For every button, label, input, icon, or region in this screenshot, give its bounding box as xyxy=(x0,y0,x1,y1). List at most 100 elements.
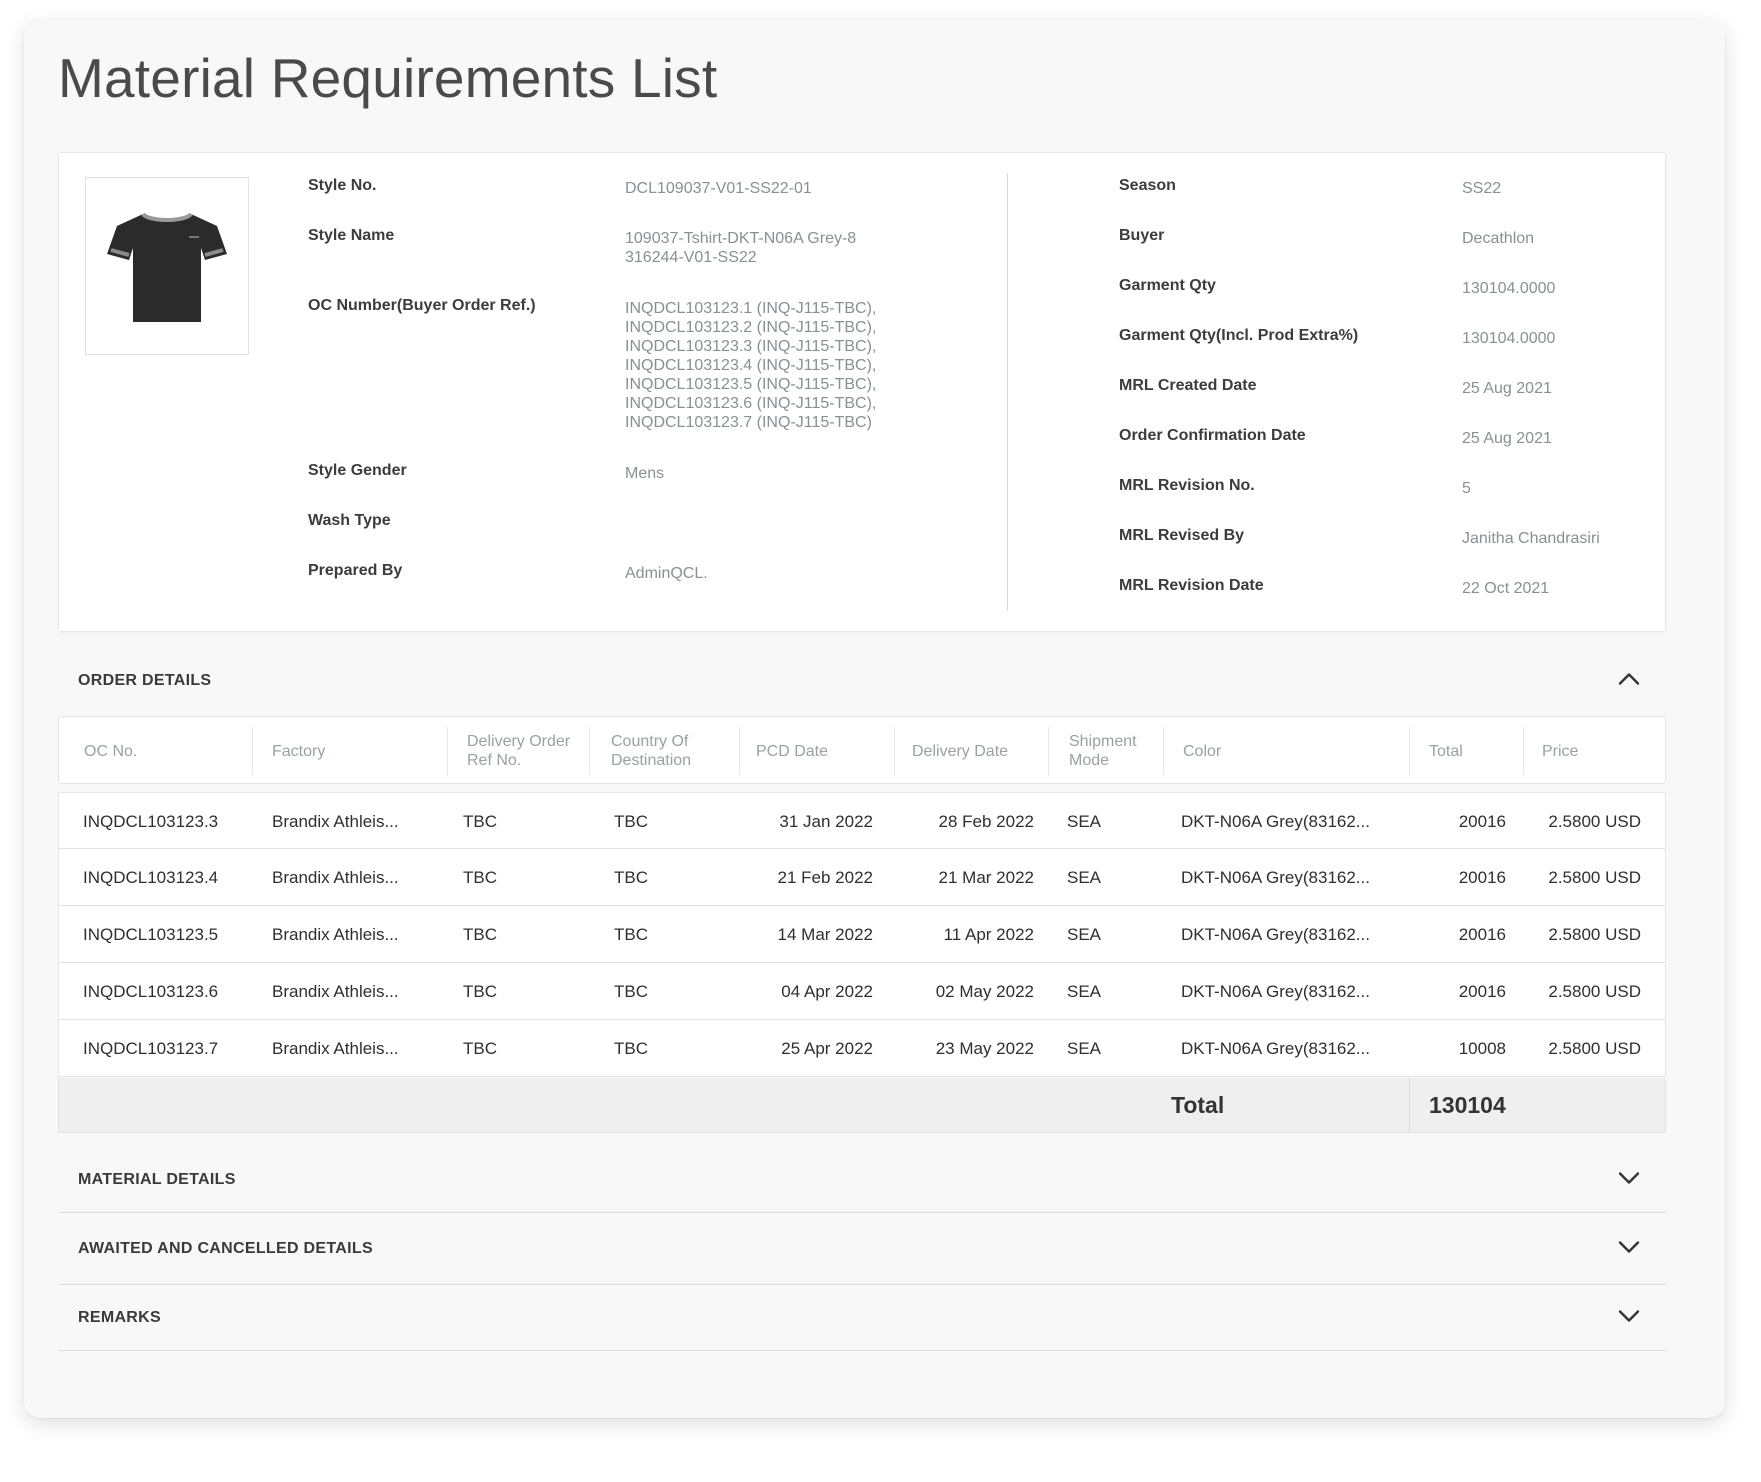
oc-number-value: INQDCL103123.1 (INQ-J115-TBC), INQDCL103… xyxy=(625,300,877,431)
material-details-title: MATERIAL DETAILS xyxy=(78,1170,236,1188)
chevron-down-icon[interactable] xyxy=(1618,1239,1640,1258)
oc-no-cell: INQDCL103123.6 xyxy=(83,981,219,1001)
column-header-shipment-mode[interactable]: Shipment Mode xyxy=(1069,727,1137,775)
price-cell: 2.5800 USD xyxy=(1548,867,1641,887)
shipment-mode-cell: SEA xyxy=(1067,1038,1102,1058)
color-cell: DKT-N06A Grey(83162... xyxy=(1181,811,1370,831)
column-header-delivery-date[interactable]: Delivery Date xyxy=(912,727,1008,775)
delivery-order-ref-cell: TBC xyxy=(463,924,497,944)
delivery-date-cell: 28 Feb 2022 xyxy=(938,811,1034,831)
chevron-up-icon[interactable] xyxy=(1618,672,1640,691)
price-cell: 2.5800 USD xyxy=(1548,981,1641,1001)
order-details-header[interactable]: ORDER DETAILS xyxy=(58,648,1666,714)
awaited-cancelled-title: AWAITED AND CANCELLED DETAILS xyxy=(78,1239,373,1257)
column-header-factory[interactable]: Factory xyxy=(272,727,325,775)
table-row[interactable]: INQDCL103123.6 Brandix Athleis... TBC TB… xyxy=(58,963,1666,1020)
oc-no-cell: INQDCL103123.7 xyxy=(83,1038,219,1058)
column-header-total[interactable]: Total xyxy=(1429,727,1463,775)
column-header-color[interactable]: Color xyxy=(1183,727,1221,775)
order-details-title: ORDER DETAILS xyxy=(78,672,212,689)
product-thumbnail[interactable] xyxy=(85,177,249,355)
page-title: Material Requirements List xyxy=(58,47,718,109)
factory-cell: Brandix Athleis... xyxy=(272,924,399,944)
buyer-label: Buyer xyxy=(1119,227,1165,244)
column-separator xyxy=(739,727,740,775)
total-cell: 20016 xyxy=(1458,811,1506,831)
column-header-price[interactable]: Price xyxy=(1542,727,1578,775)
shipment-mode-cell: SEA xyxy=(1067,924,1102,944)
table-row[interactable]: INQDCL103123.4 Brandix Athleis... TBC TB… xyxy=(58,849,1666,906)
order-confirmation-date-value: 25 Aug 2021 xyxy=(1462,430,1552,447)
color-cell: DKT-N06A Grey(83162... xyxy=(1181,924,1370,944)
color-cell: DKT-N06A Grey(83162... xyxy=(1181,867,1370,887)
total-cell: 10008 xyxy=(1458,1038,1506,1058)
mrl-revised-by-value: Janitha Chandrasiri xyxy=(1462,530,1600,547)
chevron-down-icon[interactable] xyxy=(1618,1170,1640,1189)
style-no-value: DCL109037-V01-SS22-01 xyxy=(625,180,812,197)
mrl-revised-by-label: MRL Revised By xyxy=(1119,527,1245,544)
chevron-down-icon[interactable] xyxy=(1618,1308,1640,1327)
total-value: 130104 xyxy=(1429,1092,1506,1118)
color-cell: DKT-N06A Grey(83162... xyxy=(1181,981,1370,1001)
total-cell: 20016 xyxy=(1458,924,1506,944)
factory-cell: Brandix Athleis... xyxy=(272,981,399,1001)
delivery-order-ref-cell: TBC xyxy=(463,981,497,1001)
total-cell: 20016 xyxy=(1458,981,1506,1001)
column-header-pcd-date[interactable]: PCD Date xyxy=(756,727,828,775)
tshirt-icon xyxy=(107,212,227,322)
buyer-value: Decathlon xyxy=(1462,230,1535,247)
garment-qty-value: 130104.0000 xyxy=(1462,280,1556,297)
delivery-order-ref-cell: TBC xyxy=(463,811,497,831)
garment-qty-extra-label: Garment Qty(Incl. Prod Extra%) xyxy=(1119,327,1359,344)
style-name-label: Style Name xyxy=(308,227,395,244)
delivery-date-cell: 23 May 2022 xyxy=(935,1038,1034,1058)
column-header-country-of-destination[interactable]: Country Of Destination xyxy=(611,727,691,775)
column-separator xyxy=(252,727,253,775)
style-gender-value: Mens xyxy=(625,465,665,482)
column-separator xyxy=(1409,1078,1410,1133)
country-cell: TBC xyxy=(614,981,648,1001)
table-total-row: Total 130104 xyxy=(58,1078,1666,1133)
delivery-order-ref-cell: TBC xyxy=(463,1038,497,1058)
column-separator xyxy=(894,727,895,775)
column-separator xyxy=(1409,727,1410,775)
garment-qty-extra-value: 130104.0000 xyxy=(1462,330,1556,347)
delivery-date-cell: 11 Apr 2022 xyxy=(943,924,1034,944)
column-header-oc-no[interactable]: OC No. xyxy=(84,727,137,775)
price-cell: 2.5800 USD xyxy=(1548,811,1641,831)
country-cell: TBC xyxy=(614,1038,648,1058)
column-separator xyxy=(1163,727,1164,775)
factory-cell: Brandix Athleis... xyxy=(272,1038,399,1058)
table-row[interactable]: INQDCL103123.3 Brandix Athleis... TBC TB… xyxy=(58,792,1666,849)
remarks-title: REMARKS xyxy=(78,1308,161,1326)
shipment-mode-cell: SEA xyxy=(1067,981,1102,1001)
price-cell: 2.5800 USD xyxy=(1548,924,1641,944)
order-table-body: INQDCL103123.3 Brandix Athleis... TBC TB… xyxy=(58,792,1666,1077)
oc-number-label: OC Number(Buyer Order Ref.) xyxy=(308,297,536,314)
pcd-date-cell: 31 Jan 2022 xyxy=(779,811,873,831)
remarks-header[interactable]: REMARKS xyxy=(58,1285,1666,1351)
column-header-delivery-order-ref[interactable]: Delivery Order Ref No. xyxy=(467,727,570,775)
mrl-revision-date-value: 22 Oct 2021 xyxy=(1462,580,1550,597)
garment-qty-label: Garment Qty xyxy=(1119,277,1216,294)
order-confirmation-date-label: Order Confirmation Date xyxy=(1119,427,1306,444)
season-value: SS22 xyxy=(1462,180,1502,197)
column-separator xyxy=(1048,727,1049,775)
oc-no-cell: INQDCL103123.5 xyxy=(83,924,219,944)
style-info-panel: Style No. DCL109037-V01-SS22-01 Style Na… xyxy=(58,152,1666,632)
awaited-cancelled-header[interactable]: AWAITED AND CANCELLED DETAILS xyxy=(58,1213,1666,1285)
price-cell: 2.5800 USD xyxy=(1548,1038,1641,1058)
delivery-date-cell: 02 May 2022 xyxy=(935,981,1034,1001)
material-details-header[interactable]: MATERIAL DETAILS xyxy=(58,1147,1666,1213)
total-label: Total xyxy=(1171,1092,1225,1118)
table-row[interactable]: INQDCL103123.5 Brandix Athleis... TBC TB… xyxy=(58,906,1666,963)
delivery-date-cell: 21 Mar 2022 xyxy=(938,867,1034,887)
table-row[interactable]: INQDCL103123.7 Brandix Athleis... TBC TB… xyxy=(58,1020,1666,1077)
pcd-date-cell: 04 Apr 2022 xyxy=(781,981,873,1001)
factory-cell: Brandix Athleis... xyxy=(272,811,399,831)
total-cell: 20016 xyxy=(1458,867,1506,887)
oc-no-cell: INQDCL103123.4 xyxy=(83,867,219,887)
prepared-by-label: Prepared By xyxy=(308,562,403,579)
country-cell: TBC xyxy=(614,867,648,887)
country-cell: TBC xyxy=(614,811,648,831)
